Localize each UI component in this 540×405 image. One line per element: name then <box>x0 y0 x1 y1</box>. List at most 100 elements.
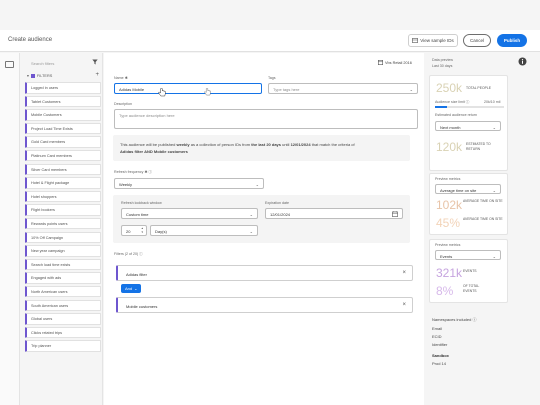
filter-group-icon <box>30 73 35 78</box>
events-label: EVENTS <box>463 269 477 273</box>
estimated-return-label: Estimated audience return <box>435 113 477 117</box>
filter-search-input[interactable]: Search filters <box>25 58 87 68</box>
filter-item[interactable]: North American users <box>25 285 101 298</box>
refresh-frequency-value: Weekly <box>119 182 133 187</box>
chevron-down-icon: ⌄ <box>492 125 496 130</box>
tags-field[interactable]: Type tags here ⌄ <box>268 83 418 94</box>
filter-item[interactable]: Hotel shoppers <box>25 190 101 203</box>
filters-section-header[interactable]: ▾ FILTERS + <box>27 72 99 78</box>
cancel-button[interactable]: Cancel <box>463 34 491 47</box>
filter-item[interactable]: Engaged with ads <box>25 272 101 284</box>
audience-size-value: 20k/10 mil <box>484 100 501 104</box>
filters-count-label: Filters (2 of 20) ⓘ <box>114 252 143 256</box>
tags-label: Tags <box>268 76 276 80</box>
filter-rule[interactable]: Adidas filter × <box>116 265 413 281</box>
metric-select[interactable]: Average time on site ⌄ <box>435 184 501 194</box>
chevron-down-icon: ⌄ <box>249 212 253 217</box>
chevron-down-icon[interactable]: ⌄ <box>410 87 413 92</box>
summary-lookback: the last 20 days <box>251 142 281 147</box>
add-filter-icon[interactable]: + <box>95 72 99 78</box>
audience-size-bar-fill <box>435 106 448 108</box>
view-sample-ids-button[interactable]: View sample IDs <box>408 34 458 47</box>
filter-item[interactable]: Trip planner <box>25 340 101 352</box>
app-window: Create audience View sample IDs Cancel P… <box>0 0 540 405</box>
audience-size-card: 250k TOTAL PEOPLE Audience size limit ⓘ … <box>429 75 508 171</box>
filter-item[interactable]: South American users <box>25 299 101 311</box>
audience-size-label: Audience size limit ⓘ <box>435 100 470 104</box>
avg-time-value: 102k <box>436 198 463 212</box>
chevron-down-icon: ⌄ <box>492 188 496 193</box>
events-card: Preview metrics Events ⌄ 321k EVENTS 8% … <box>429 239 508 303</box>
filter-item[interactable]: Project Load Time Exists <box>25 122 101 135</box>
filter-item[interactable]: Platinum Card members <box>25 149 101 162</box>
return-value: 120k <box>436 140 463 154</box>
filter-item[interactable]: Mobile Customers <box>25 109 101 121</box>
sandbox-chip-label: Vbs Retail 2016 <box>385 60 412 65</box>
filter-item[interactable]: 10% Off Campaign <box>25 231 101 244</box>
filter-item[interactable]: Clicks related trips <box>25 326 101 339</box>
sandbox-chip: Vbs Retail 2016 <box>378 60 412 65</box>
filter-item[interactable]: Global users <box>25 313 101 325</box>
people-value: 250k <box>436 81 463 95</box>
events-select[interactable]: Events ⌄ <box>435 250 501 260</box>
publish-summary-line2: Adidas filter AND Mobile customers <box>120 149 188 154</box>
filter-item[interactable]: Rewards points users <box>25 217 101 230</box>
sandbox-icon <box>378 60 383 65</box>
period-select[interactable]: Day(s) ⌄ <box>150 225 258 236</box>
view-sample-ids-label: View sample IDs <box>420 38 454 43</box>
summary-frequency: weekly <box>176 142 190 147</box>
filter-item[interactable]: Hotel & Flight package <box>25 177 101 189</box>
return-period-value: Next month <box>440 124 461 130</box>
filter-item[interactable]: Tablet Customers <box>25 95 101 108</box>
namespace-item: ECID <box>432 334 442 339</box>
events-pct-value: 8% <box>436 284 454 298</box>
filter-item[interactable]: Logged in users <box>25 82 101 94</box>
filter-item[interactable]: Silver Card members <box>25 163 101 176</box>
lookback-value: Custom time <box>126 212 149 217</box>
namespaces-label: Namespaces included ⓘ <box>432 317 477 322</box>
name-field[interactable]: Adidas Mobile <box>114 83 262 94</box>
lookback-stepper[interactable]: 20 ▴ ▾ <box>121 225 147 236</box>
hand-cursor-icon <box>204 88 211 96</box>
return-period-select[interactable]: Next month ⌄ <box>435 121 501 131</box>
events-pct-label: OF TOTAL EVENTS <box>463 284 480 293</box>
preview-metrics-label: Preview metrics <box>435 177 461 181</box>
last-days-label: Last 30 days <box>432 64 453 68</box>
filter-item[interactable]: Search load time exists <box>25 258 101 271</box>
chevron-down-icon: ⌄ <box>249 229 253 234</box>
calendar-icon[interactable] <box>392 211 398 217</box>
data-preview-label: Data preview <box>432 58 453 62</box>
sandbox-section-label: Sandbox <box>432 353 449 358</box>
remove-rule-icon[interactable]: × <box>402 302 406 308</box>
name-label: Name ✱ <box>114 76 128 80</box>
lookback-select[interactable]: Custom time ⌄ <box>121 208 258 219</box>
stepper-arrows-icon[interactable]: ▴ ▾ <box>141 226 143 234</box>
expiration-date-value: 12/01/2024 <box>270 212 291 217</box>
filters-panel: Search filters ▾ FILTERS + Logged in use… <box>21 53 103 405</box>
filter-rule-label: Mobile customers <box>126 304 158 309</box>
page-title: Create audience <box>8 37 53 43</box>
description-field[interactable]: Type audience description here <box>114 109 418 129</box>
filter-list: Logged in users Tablet Customers Mobile … <box>25 82 101 354</box>
publish-summary-line1: This audience will be published weekly a… <box>120 141 403 148</box>
info-icon[interactable] <box>518 57 527 66</box>
stepper-value: 20 <box>126 229 131 234</box>
remove-rule-icon[interactable]: × <box>402 270 406 276</box>
refresh-frequency-select[interactable]: Weekly ⌄ <box>114 178 264 189</box>
summary-date: 12/01/2024 <box>290 142 311 147</box>
panel-toggle-icon[interactable] <box>5 61 14 68</box>
expiration-date-field[interactable]: 12/01/2024 <box>265 208 403 219</box>
publish-button[interactable]: Publish <box>497 34 527 47</box>
summary-text: until <box>281 142 291 147</box>
filter-item[interactable]: Flight bookers <box>25 204 101 216</box>
filter-item[interactable]: New year campaign <box>25 245 101 257</box>
events-value: 321k <box>436 266 463 280</box>
filter-item[interactable]: Gold Card members <box>25 136 101 148</box>
filter-funnel-icon[interactable] <box>92 59 98 65</box>
filter-rule[interactable]: Mobile customers × <box>116 297 413 313</box>
people-label: TOTAL PEOPLE <box>466 86 491 90</box>
summary-text: that match the criteria of <box>310 142 355 147</box>
tags-placeholder: Type tags here <box>273 87 300 92</box>
and-operator-button[interactable]: And ⌄ <box>121 284 142 293</box>
return-label: ESTIMATED TO RETURN <box>466 142 491 151</box>
